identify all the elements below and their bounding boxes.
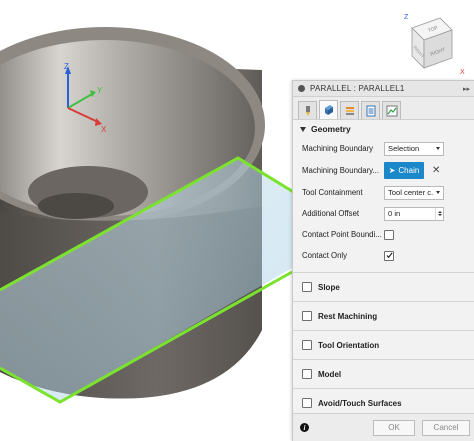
linking-icon	[386, 105, 397, 116]
additional-offset-row: Additional Offset 0 in	[293, 203, 474, 224]
clear-selection-icon[interactable]: ✕	[432, 165, 440, 176]
avoid-touch-label: Avoid/Touch Surfaces	[318, 398, 402, 408]
geometry-icon	[324, 105, 333, 115]
contact-only-checkbox[interactable]	[384, 250, 394, 261]
tool-containment-select[interactable]: Tool center c...	[384, 185, 444, 200]
contact-only-row: Contact Only	[293, 245, 474, 266]
group-tool-orientation[interactable]: Tool Orientation	[293, 330, 474, 359]
geometry-heading: Geometry	[311, 124, 351, 134]
expand-panel-icon[interactable]: ▸▸	[463, 85, 470, 93]
chain-button-label: Chain	[398, 166, 420, 175]
tool-icon	[305, 105, 310, 116]
panel-tabs	[293, 97, 474, 120]
machining-boundary-select[interactable]: Selection	[384, 141, 444, 156]
contact-point-checkbox[interactable]	[384, 229, 394, 240]
machining-boundary-row: Machining Boundary Selection	[293, 138, 474, 159]
panel-title: PARALLEL : PARALLEL1	[310, 84, 405, 93]
tab-heights[interactable]	[340, 101, 359, 119]
additional-offset-value: 0 in	[388, 209, 401, 218]
offset-stepper[interactable]	[435, 207, 443, 220]
info-icon[interactable]: i	[300, 423, 309, 432]
contact-only-label: Contact Only	[302, 251, 348, 260]
tool-containment-label: Tool Containment	[302, 188, 363, 197]
axis-x-label: X	[101, 125, 107, 134]
tab-passes[interactable]	[361, 101, 380, 119]
tool-containment-value: Tool center c...	[388, 188, 434, 197]
contact-point-label: Contact Point Boundi...	[302, 230, 382, 239]
additional-offset-label: Additional Offset	[302, 209, 360, 218]
avoid-touch-checkbox[interactable]	[302, 398, 312, 408]
chevron-down-icon	[436, 191, 440, 194]
tab-tool[interactable]	[298, 101, 317, 119]
geometry-section-header[interactable]: Geometry	[293, 120, 474, 138]
group-model[interactable]: Model	[293, 359, 474, 388]
boundary-selection-label: Machining Boundary...	[302, 166, 380, 175]
heights-icon	[345, 106, 354, 115]
machining-boundary-value: Selection	[388, 144, 420, 153]
axis-z-label: Z	[64, 62, 69, 71]
chevron-down-icon	[436, 147, 440, 150]
slope-checkbox[interactable]	[302, 282, 312, 292]
slope-label: Slope	[318, 282, 340, 292]
viewcube-axis-x: X	[460, 69, 465, 76]
collapse-triangle-icon	[300, 126, 306, 132]
contact-point-row: Contact Point Boundi...	[293, 224, 474, 245]
model-checkbox[interactable]	[302, 369, 312, 379]
part-bowl-floor	[38, 193, 114, 219]
cancel-button[interactable]: Cancel	[422, 419, 470, 436]
viewcube-axis-z: Z	[404, 14, 409, 21]
ok-button[interactable]: OK	[373, 419, 415, 436]
panel-footer: i OK Cancel	[293, 413, 474, 441]
rest-machining-label: Rest Machining	[318, 311, 378, 321]
panel-status-icon	[298, 85, 305, 92]
checkmark-icon	[385, 252, 393, 259]
axis-y-label: Y	[97, 86, 103, 95]
tab-geometry[interactable]	[319, 100, 338, 119]
passes-icon	[366, 105, 375, 116]
tab-linking[interactable]	[382, 101, 401, 119]
panel-titlebar[interactable]: PARALLEL : PARALLEL1 ▸▸	[293, 81, 474, 97]
chain-select-button[interactable]: ➤ Chain	[384, 162, 424, 179]
group-slope[interactable]: Slope	[293, 272, 474, 301]
additional-offset-input[interactable]: 0 in	[384, 206, 444, 221]
tool-orientation-checkbox[interactable]	[302, 340, 312, 350]
rest-machining-checkbox[interactable]	[302, 311, 312, 321]
group-rest-machining[interactable]: Rest Machining	[293, 301, 474, 330]
tool-containment-row: Tool Containment Tool center c...	[293, 182, 474, 203]
tool-orientation-label: Tool Orientation	[318, 340, 380, 350]
machining-boundary-label: Machining Boundary	[302, 144, 374, 153]
cursor-arrow-icon: ➤	[388, 166, 396, 175]
model-label: Model	[318, 369, 342, 379]
viewcube[interactable]: TOP RIGHT RIGHT Z X	[404, 14, 465, 76]
boundary-selection-row: Machining Boundary... ➤ Chain ✕	[293, 159, 474, 182]
operation-panel: PARALLEL : PARALLEL1 ▸▸ Geometry Machini…	[292, 80, 474, 441]
